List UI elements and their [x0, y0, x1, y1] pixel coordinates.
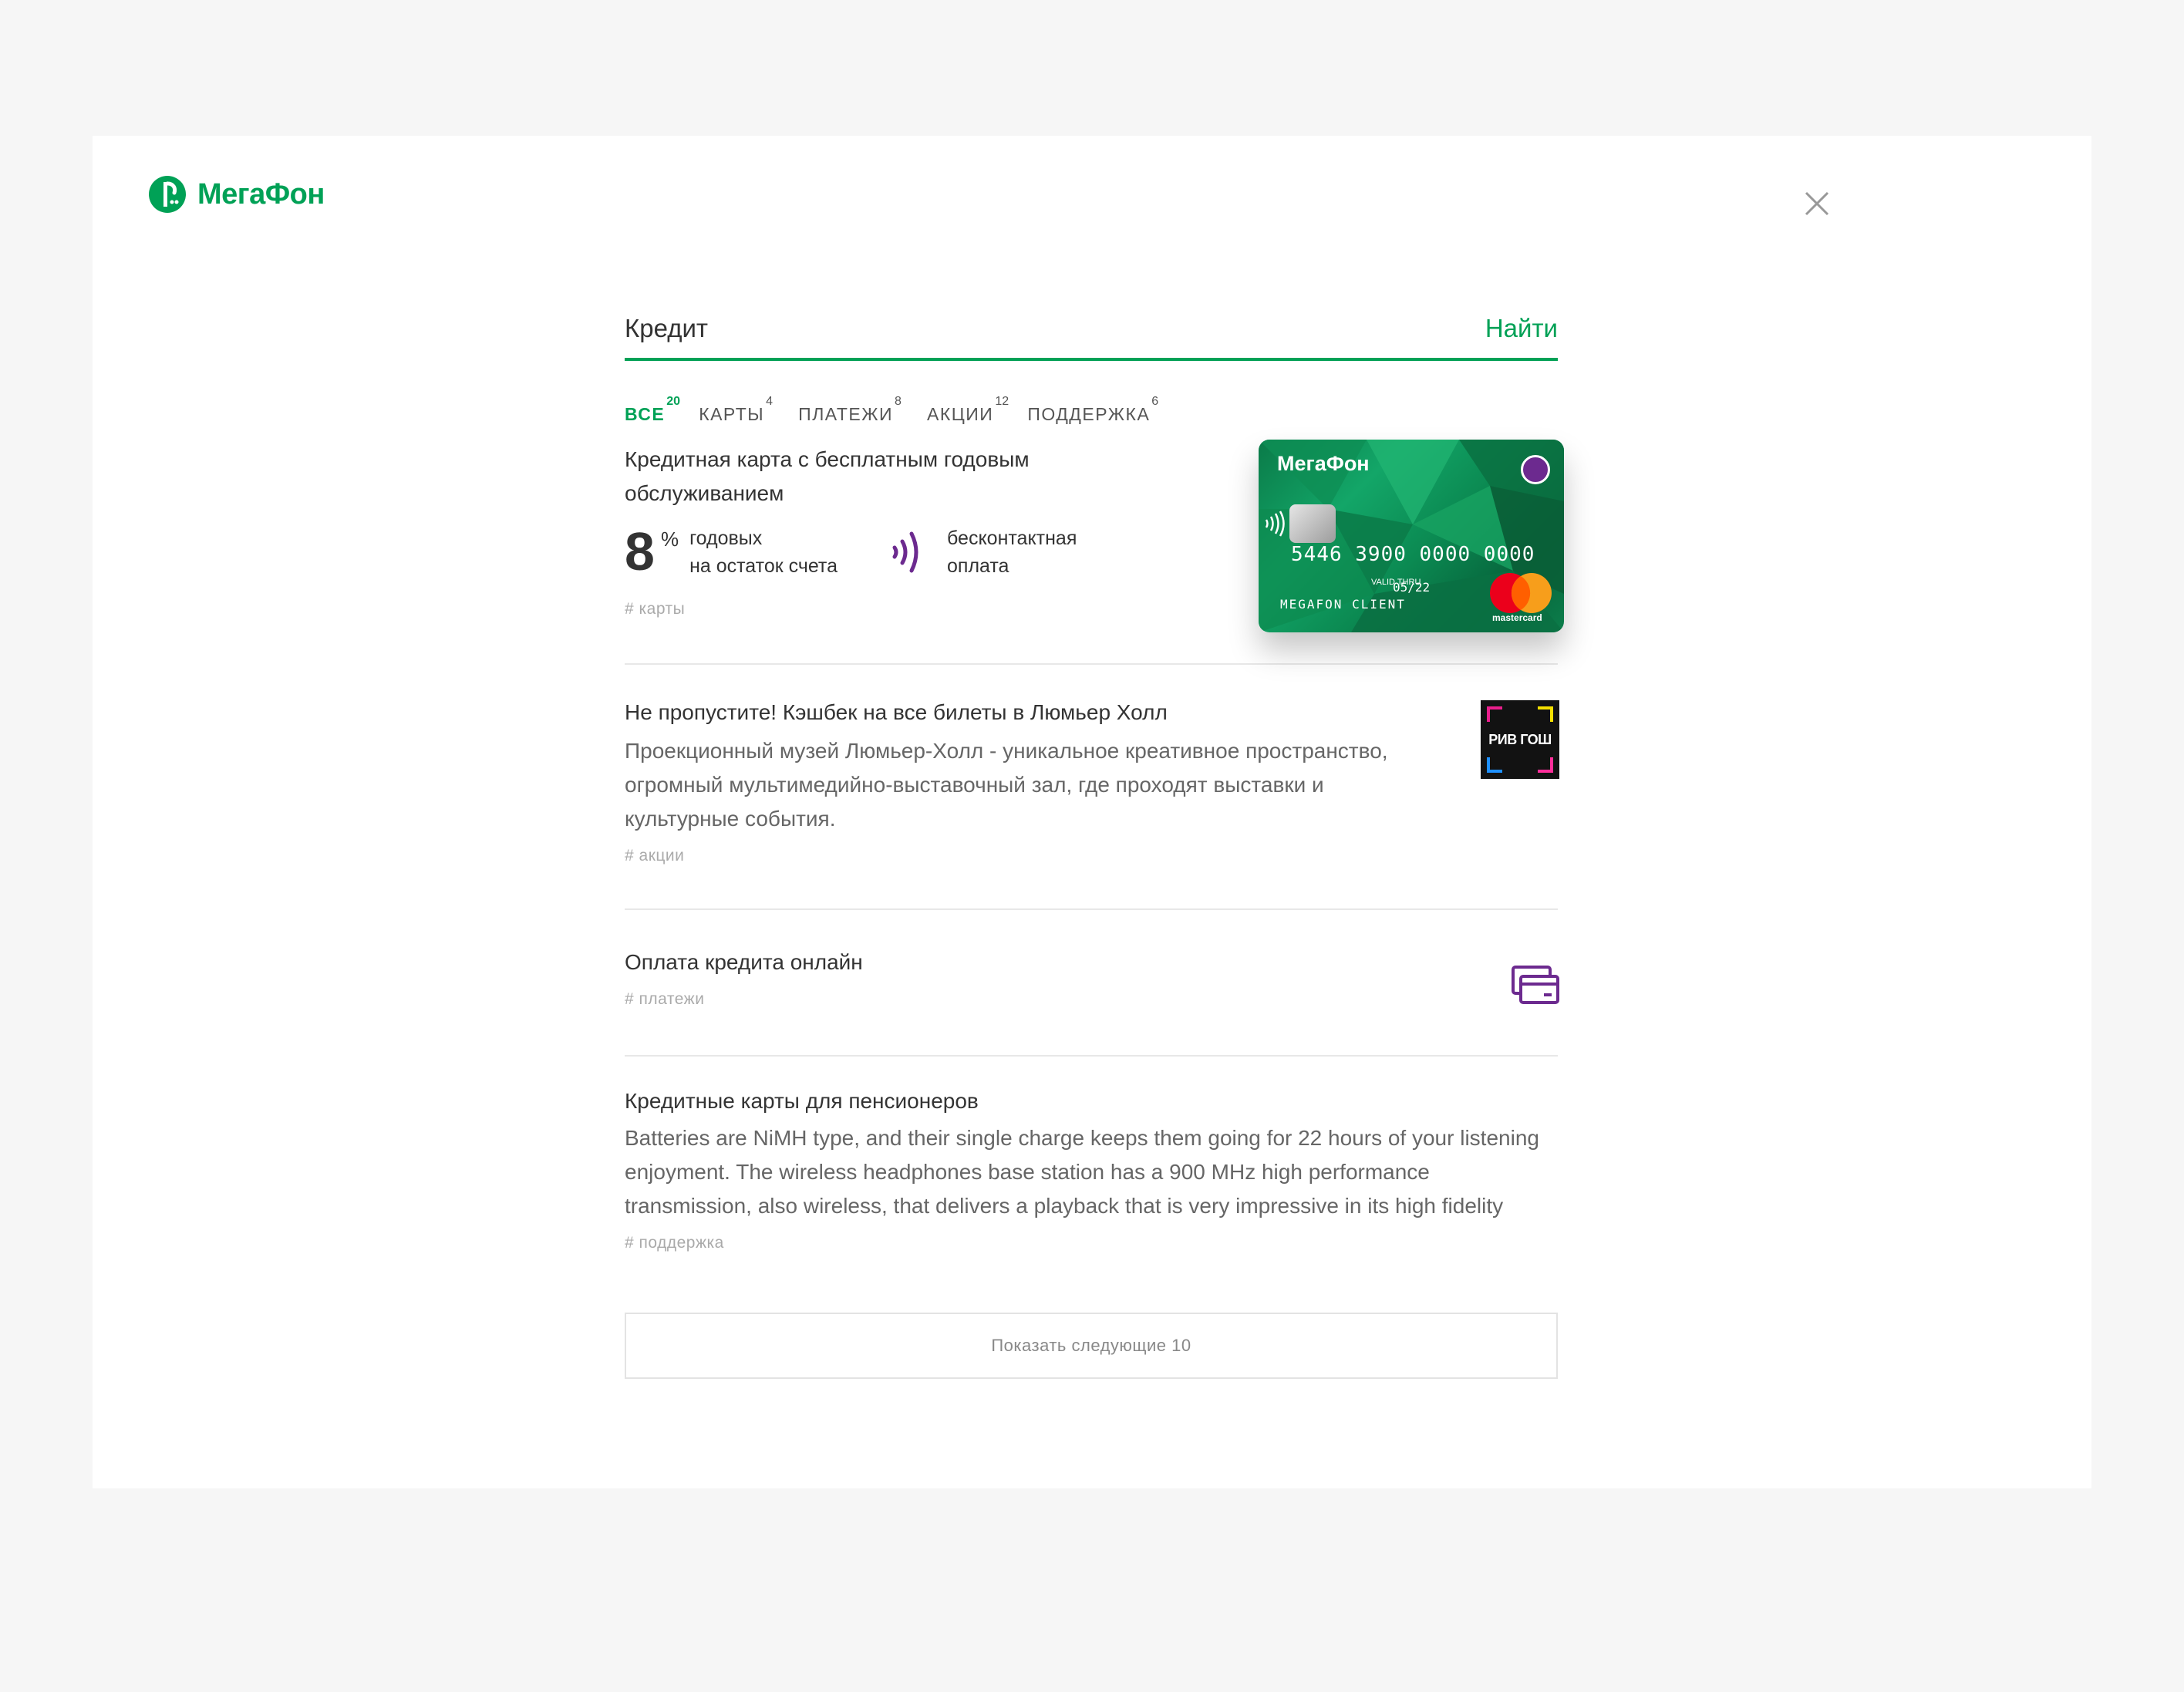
- tab-count: 8: [894, 395, 902, 408]
- result-tag[interactable]: # платежи: [625, 990, 704, 1009]
- rate-value: 8: [625, 521, 655, 581]
- result-title[interactable]: Кредитная карта с бесплатным годовым обс…: [625, 443, 1103, 511]
- tab-promotions[interactable]: АКЦИИ 12: [926, 395, 1009, 425]
- tab-label: АКЦИИ: [926, 404, 994, 424]
- tab-support[interactable]: ПОДДЕРЖКА 6: [1027, 395, 1158, 425]
- search-bar: Найти: [625, 308, 1558, 361]
- card-badge-icon: [1521, 455, 1550, 484]
- mastercard-logo-icon: [1490, 573, 1552, 613]
- card-expiry: 05/22: [1393, 580, 1431, 595]
- result-title[interactable]: Кредитные карты для пенсионеров: [625, 1084, 979, 1118]
- tab-count: 4: [766, 395, 774, 408]
- rate-line2: на остаток счета: [689, 555, 838, 577]
- tab-label: КАРТЫ: [699, 404, 765, 424]
- tab-label: ПЛАТЕЖИ: [798, 404, 893, 424]
- tab-cards[interactable]: КАРТЫ 4: [699, 395, 773, 425]
- tab-count: 6: [1151, 395, 1159, 408]
- megafon-logo-icon: [149, 176, 186, 213]
- result-description: Проекционный музей Люмьер-Холл - уникаль…: [625, 739, 1388, 831]
- rate-description: годовых на остаток счета: [689, 524, 838, 580]
- card-holder: MEGAFON CLIENT: [1280, 597, 1406, 612]
- rate-line1: годовых: [689, 527, 763, 549]
- card-number: 5446 3900 0000 0000: [1291, 543, 1535, 566]
- credit-card-image: МегаФон 5446 3900 0000 0000 VALID THRU 0…: [1259, 440, 1564, 632]
- contactless-feature: бесконтактная оплата: [890, 524, 1077, 580]
- search-button[interactable]: Найти: [1485, 314, 1558, 343]
- contactless-line1: бесконтактная: [947, 527, 1077, 549]
- logo-text: МегаФон: [197, 177, 325, 211]
- card-payment-icon[interactable]: [1510, 964, 1561, 1007]
- tab-all[interactable]: ВСЕ 20: [625, 395, 680, 425]
- result-item-credit-card[interactable]: Кредитная карта с бесплатным годовым обс…: [625, 438, 1564, 665]
- result-item-payment[interactable]: Оплата кредита онлайн # платежи: [625, 910, 1561, 1057]
- result-item-promo[interactable]: Не пропустите! Кэшбек на все билеты в Лю…: [625, 665, 1559, 910]
- card-contactless-icon: [1265, 511, 1285, 537]
- tab-count: 12: [995, 395, 1009, 408]
- result-tag[interactable]: # акции: [625, 847, 684, 865]
- result-tag[interactable]: # карты: [625, 600, 685, 618]
- result-title[interactable]: Оплата кредита онлайн: [625, 945, 863, 979]
- search-panel: МегаФон Найти ВСЕ20 КАРТЫ4 ПЛАТЕЖИ8 АКЦИ…: [93, 136, 2091, 1488]
- tab-payments[interactable]: ПЛАТЕЖИ 8: [798, 395, 902, 425]
- mastercard-label: mastercard: [1492, 612, 1542, 623]
- close-icon[interactable]: [1798, 185, 1835, 222]
- logo-corner: [1538, 706, 1553, 722]
- logo-corner: [1487, 757, 1502, 773]
- contactless-icon: [892, 531, 918, 573]
- card-brand: МегаФон: [1277, 452, 1370, 475]
- tab-label: ВСЕ: [625, 404, 666, 424]
- rivgosh-logo: РИВ ГОШ: [1481, 700, 1559, 779]
- result-tag[interactable]: # поддержка: [625, 1234, 724, 1252]
- tab-count: 20: [666, 395, 680, 408]
- logo-corner: [1487, 706, 1502, 722]
- card-chip-icon: [1289, 504, 1336, 543]
- result-item-support[interactable]: Кредитные карты для пенсионеров Batterie…: [625, 1057, 1558, 1257]
- contactless-text: бесконтактная оплата: [947, 524, 1077, 580]
- rate-unit: %: [660, 527, 679, 551]
- show-more-button[interactable]: Показать следующие 10: [625, 1313, 1558, 1379]
- search-content: Найти ВСЕ20 КАРТЫ4 ПЛАТЕЖИ8 АКЦИИ12 ПОДД…: [625, 308, 1564, 1379]
- tab-label: ПОДДЕРЖКА: [1027, 404, 1151, 424]
- search-input[interactable]: [625, 308, 1319, 349]
- logo-corner: [1538, 757, 1553, 773]
- contactless-line2: оплата: [947, 555, 1009, 577]
- interest-rate: 8 % годовых на остаток счета: [625, 524, 838, 580]
- result-title[interactable]: Не пропустите! Кэшбек на все билеты в Лю…: [625, 696, 1168, 730]
- rivgosh-logo-text: РИВ ГОШ: [1488, 731, 1552, 747]
- result-description: Batteries are NiMH type, and their singl…: [625, 1126, 1539, 1218]
- filter-tabs: ВСЕ 20 КАРТЫ 4 ПЛАТЕЖИ 8 АКЦИИ 12 ПОДДЕРЖКА 6: [625, 395, 1558, 427]
- megafon-logo[interactable]: МегаФон: [148, 174, 325, 214]
